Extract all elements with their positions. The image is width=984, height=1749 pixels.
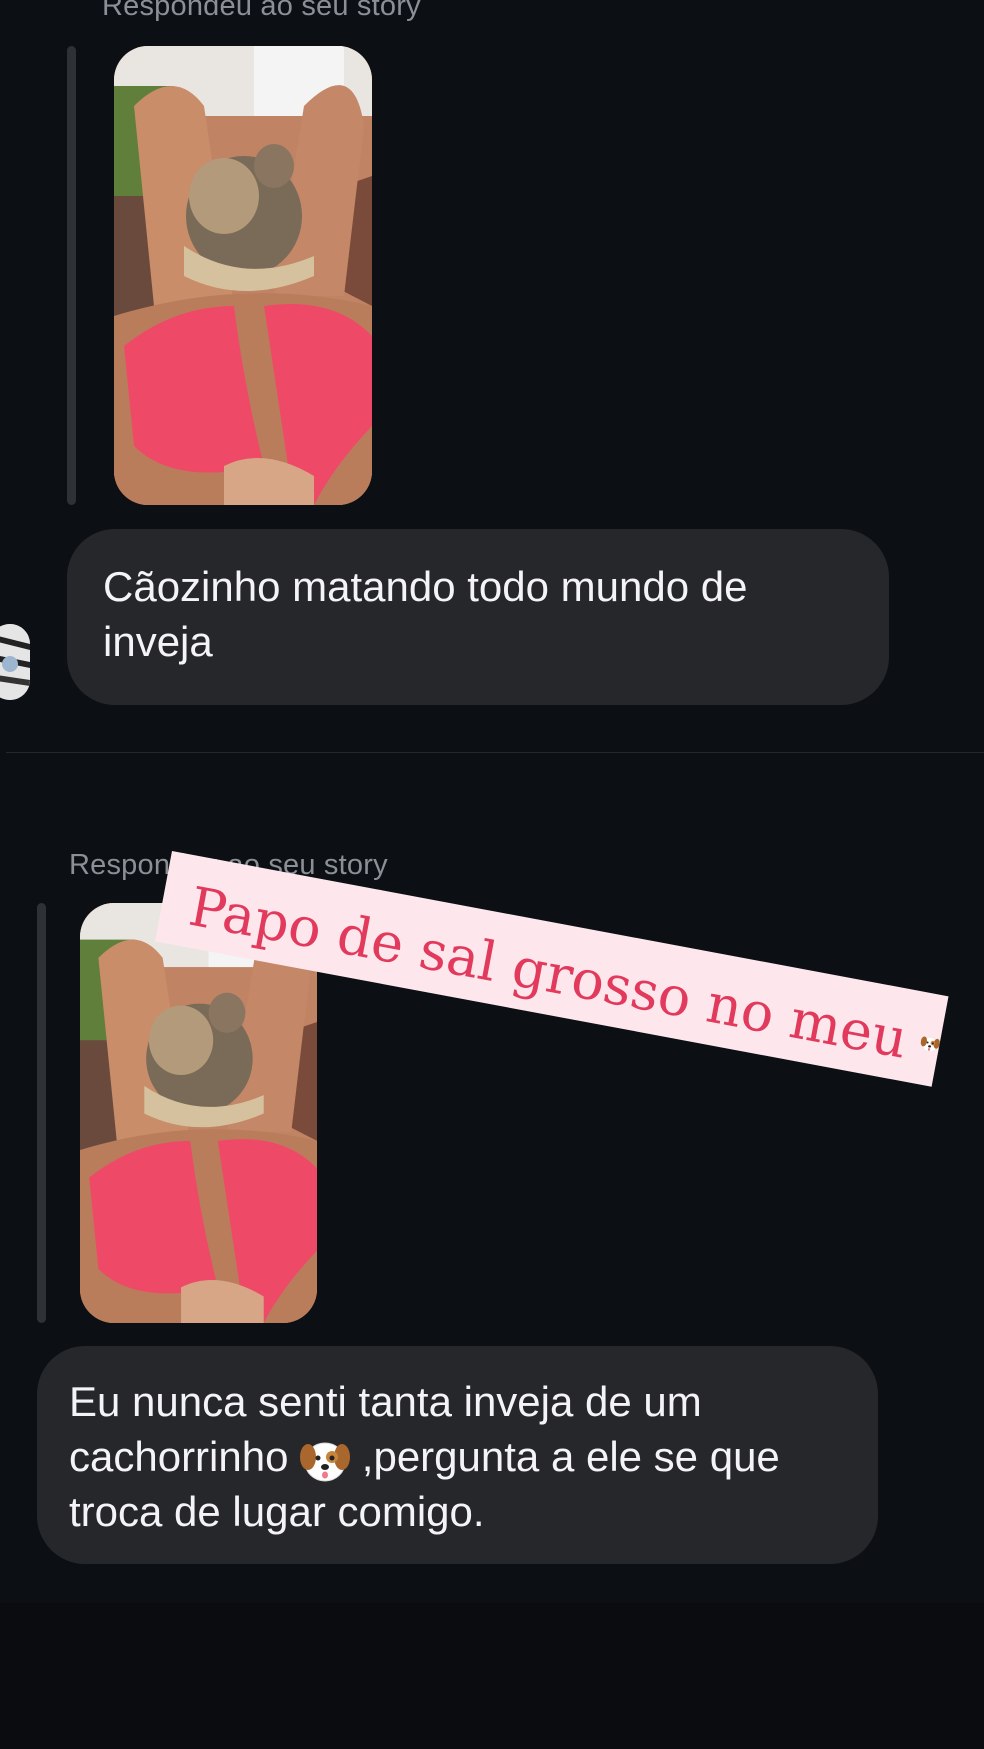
story-thumbnail[interactable]: [80, 903, 317, 1323]
sender-avatar[interactable]: [0, 624, 30, 700]
message-bubble[interactable]: Eu nunca senti tanta inveja de um cachor…: [37, 1346, 878, 1564]
bottom-empty-area: [0, 1603, 984, 1749]
avatar-image: [0, 624, 30, 700]
message-bubble[interactable]: Cãozinho matando todo mundo de inveja: [67, 529, 889, 705]
message-group-1: Respondeu ao seu story Cãozinho matando …: [0, 0, 984, 753]
dog-face-icon: [300, 1442, 351, 1482]
story-thumbnail[interactable]: [114, 46, 372, 505]
story-image: [80, 903, 317, 1323]
message-group-2: Respondeu ao seu story Eu nunca senti ta…: [0, 753, 984, 1604]
story-image: [114, 46, 372, 505]
reply-quote-bar: [67, 46, 76, 505]
message-text: Cãozinho matando todo mundo de inveja: [103, 563, 748, 665]
reply-label: Respondeu ao seu story: [102, 0, 421, 22]
message-text: Eu nunca senti tanta inveja de um cachor…: [69, 1374, 846, 1539]
reply-quote-bar: [37, 903, 46, 1323]
